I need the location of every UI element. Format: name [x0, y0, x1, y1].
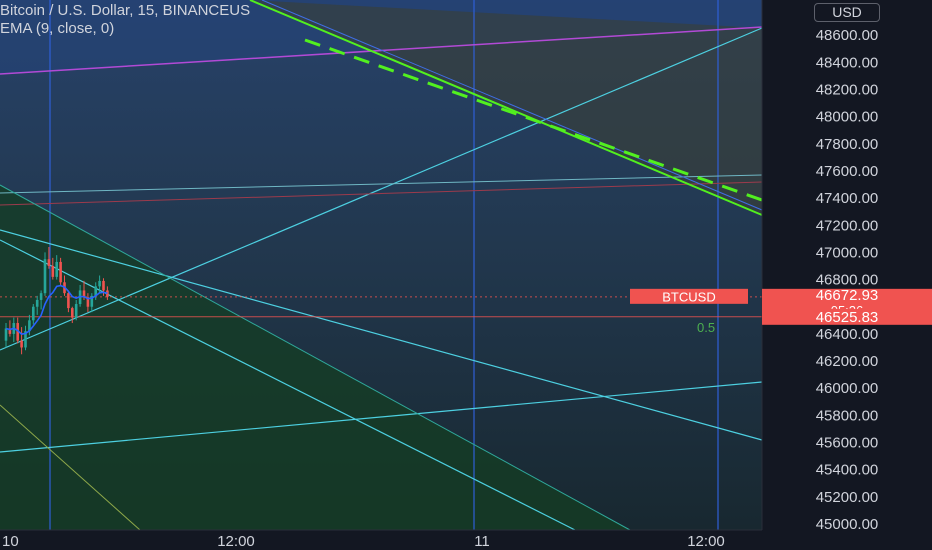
- candle-body: [67, 293, 70, 309]
- symbol-title[interactable]: Bitcoin / U.S. Dollar, 15, BINANCEUS: [0, 2, 250, 20]
- candle-body: [20, 340, 23, 348]
- candle-body: [51, 266, 55, 277]
- fib-level-label: 0.5: [697, 320, 715, 335]
- y-tick-label: 46400.00: [816, 326, 879, 343]
- candle-body: [74, 304, 78, 318]
- candle-body: [47, 259, 51, 266]
- y-tick-label: 45200.00: [816, 489, 879, 506]
- y-tick-label: 46200.00: [816, 353, 879, 370]
- y-tick-label: 48400.00: [816, 54, 879, 71]
- candle-body: [43, 259, 47, 294]
- chart-window: BTCUSD 0.5 45000.00 45200.00 45400.00 45600…: [0, 0, 932, 550]
- x-tick-label: 12:00: [687, 533, 725, 550]
- y-tick-label: 47400.00: [816, 190, 879, 207]
- candle-body: [35, 299, 39, 307]
- candle-body: [39, 293, 43, 300]
- last-price-value: 46672.93: [816, 287, 879, 304]
- indicator-title[interactable]: EMA (9, close, 0): [0, 20, 250, 38]
- price-chart[interactable]: BTCUSD 0.5 45000.0045200.0045400.0045600…: [0, 0, 932, 550]
- y-tick-label: 45800.00: [816, 407, 879, 424]
- y-tick-label: 47000.00: [816, 244, 879, 261]
- x-tick-label: 10: [2, 533, 19, 550]
- y-tick-label: 47200.00: [816, 217, 879, 234]
- y-tick-label: 45400.00: [816, 462, 879, 479]
- candle-body: [71, 308, 74, 318]
- y-tick-label: 48200.00: [816, 81, 879, 98]
- candle-body: [102, 280, 105, 291]
- y-tick-label: 45600.00: [816, 435, 879, 452]
- symbol-tag-label: BTCUSD: [662, 289, 715, 304]
- y-tick-label: 48000.00: [816, 109, 879, 126]
- time-axis-background[interactable]: [0, 530, 932, 550]
- y-tick-label: 48600.00: [816, 27, 879, 44]
- x-tick-label: 11: [474, 533, 490, 550]
- y-tick-label: 47800.00: [816, 136, 879, 153]
- candle-body: [4, 328, 8, 341]
- candle-body: [98, 280, 101, 287]
- x-tick-label: 12:00: [217, 533, 255, 550]
- candle-body: [59, 261, 62, 283]
- y-tick-label: 46000.00: [816, 380, 879, 397]
- currency-selector[interactable]: USD: [814, 3, 880, 22]
- candle-body: [55, 261, 58, 277]
- candle-body: [32, 306, 35, 321]
- chart-legend: Bitcoin / U.S. Dollar, 15, BINANCEUS EMA…: [0, 2, 250, 38]
- marker-price-value: 46525.83: [816, 309, 879, 326]
- y-tick-label: 47600.00: [816, 163, 879, 180]
